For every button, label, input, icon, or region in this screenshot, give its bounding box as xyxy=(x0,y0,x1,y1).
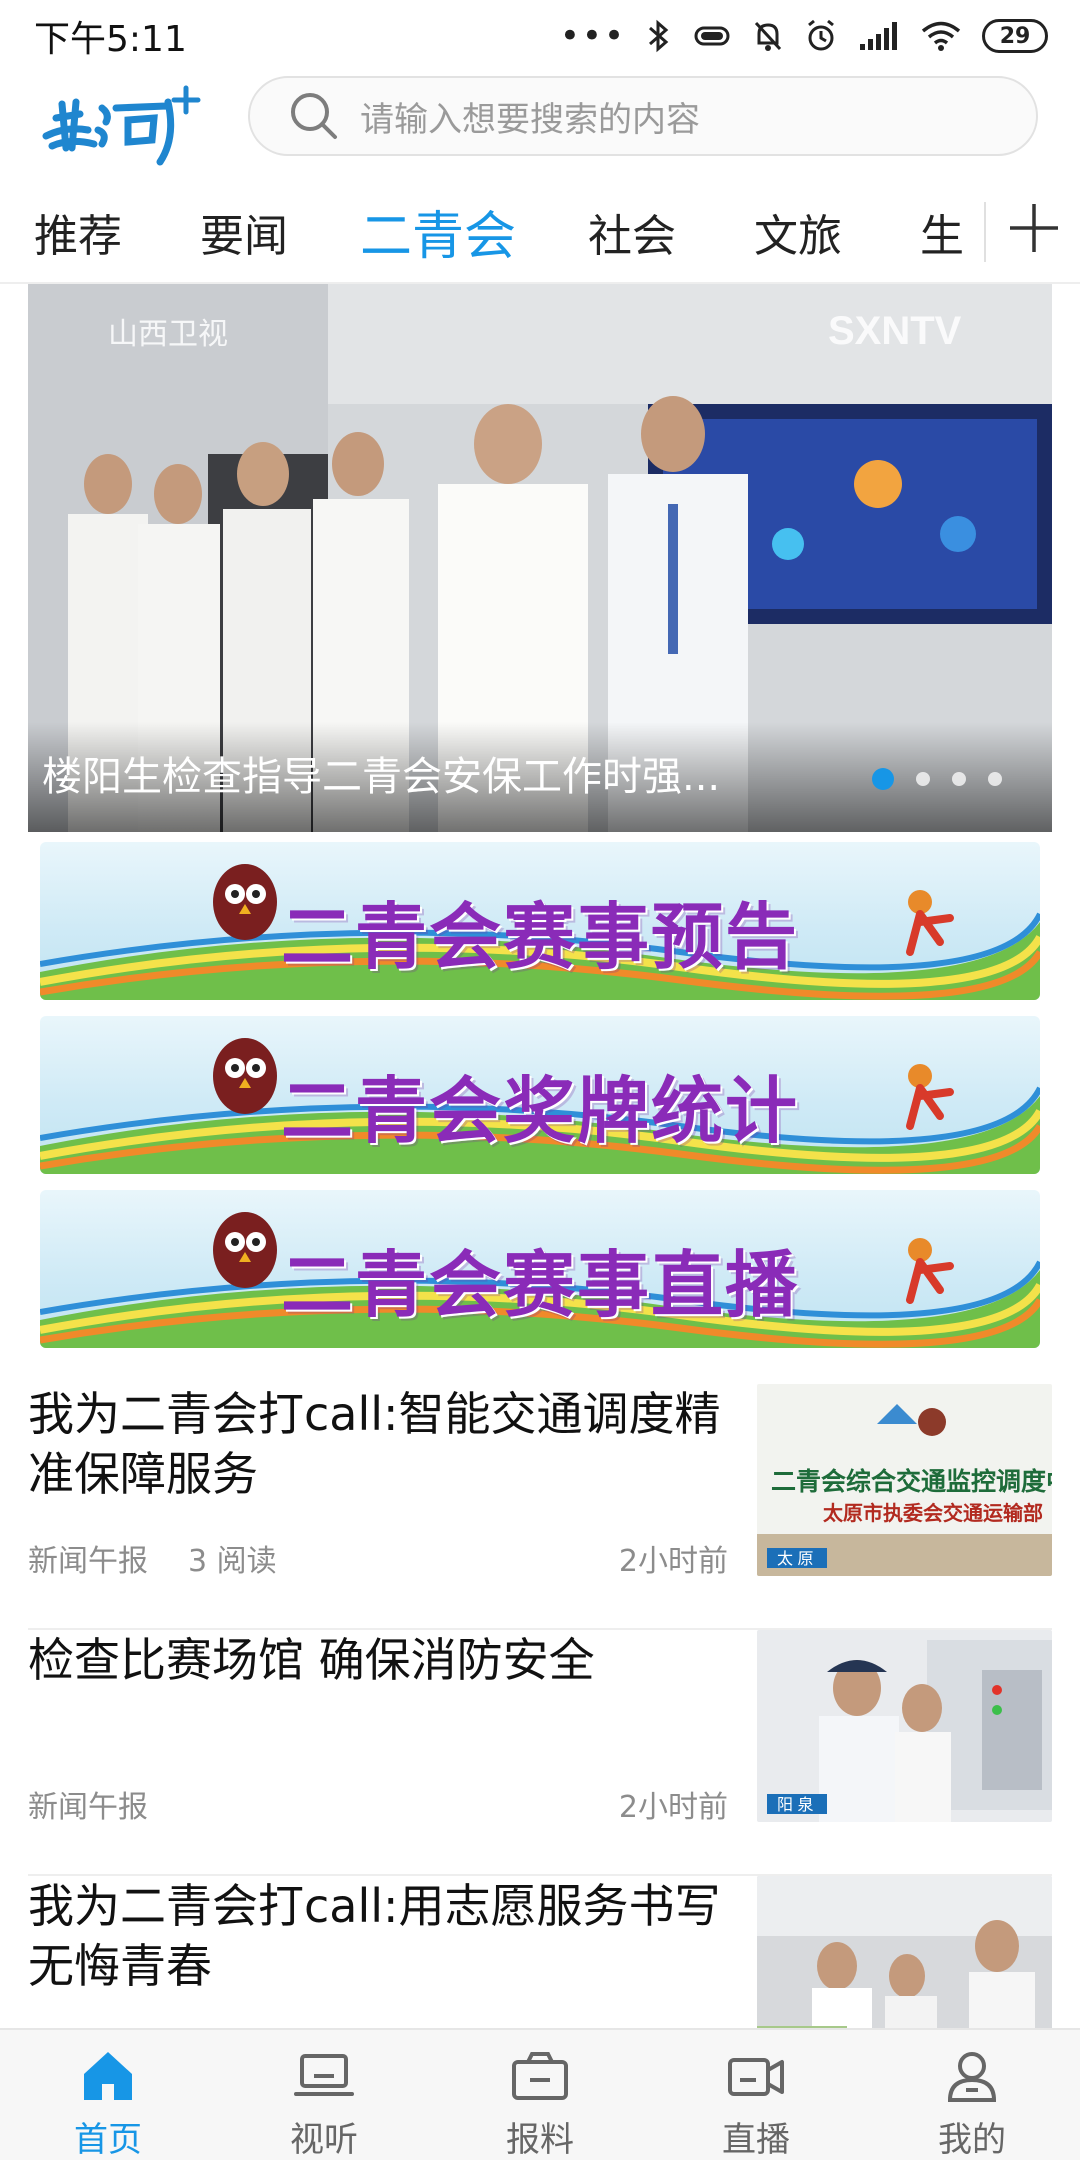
thumbnail-image: 阳 泉 xyxy=(757,1630,1052,1822)
signal-icon xyxy=(860,22,897,50)
header: 请输入想要搜索的内容 xyxy=(0,72,1080,172)
hero-title[interactable]: 楼阳生检查指导二青会安保工作时强... xyxy=(42,744,720,802)
app-screen: 下午5:11 ••• 29 请输入想要搜索的内容 推荐 要闻 二青会 社会 文旅… xyxy=(0,0,1080,2160)
nav-label: 我的 xyxy=(938,2120,1006,2160)
carousel-dot[interactable] xyxy=(988,772,1002,786)
banner-label: 二青会赛事预告 xyxy=(280,895,799,979)
carousel-dot[interactable] xyxy=(916,772,930,786)
nav-av[interactable]: 视听 xyxy=(216,2030,432,2160)
svg-text:山西卫视: 山西卫视 xyxy=(108,318,228,351)
tab-culture-travel[interactable]: 文旅 xyxy=(754,200,842,264)
banner-label: 二青会赛事直播 xyxy=(280,1243,799,1327)
carousel-dot-active[interactable] xyxy=(872,768,894,790)
tab-overflow-clip: 生 xyxy=(900,180,982,282)
video-camera-icon xyxy=(728,2058,784,2096)
wifi-icon xyxy=(921,21,961,51)
bottom-navigation: 首页 视听 报料 直播 我的 xyxy=(0,2028,1080,2160)
banner-event-preview[interactable]: 二青会赛事预告 xyxy=(40,842,1040,1000)
news-time: 2小时前 xyxy=(618,1790,728,1825)
tab-divider xyxy=(984,202,986,262)
nav-live[interactable]: 直播 xyxy=(648,2030,864,2160)
user-icon xyxy=(947,2052,997,2102)
plus-icon[interactable] xyxy=(1002,196,1066,260)
banner-live-events[interactable]: 二青会赛事直播 xyxy=(40,1190,1040,1348)
tab-headlines[interactable]: 要闻 xyxy=(200,200,288,264)
banner-medal-stats[interactable]: 二青会奖牌统计 xyxy=(40,1016,1040,1174)
svg-text:SXNTV: SXNTV xyxy=(828,309,962,353)
tab-society[interactable]: 社会 xyxy=(588,200,676,264)
news-thumbnail[interactable]: 阳 泉 xyxy=(757,1630,1052,1822)
news-title[interactable]: 我为二青会打call:智能交通调度精准保障服务 xyxy=(28,1384,728,1504)
status-time: 下午5:11 xyxy=(34,19,187,60)
alarm-icon xyxy=(808,19,834,51)
thumb-sign-line2: 太原市执委会交通运输部 xyxy=(823,1501,1043,1525)
camera-icon xyxy=(512,2052,568,2100)
battery-level: 29 xyxy=(982,19,1048,53)
news-meta: 新闻午报 3 阅读 2小时前 xyxy=(28,1536,728,1579)
nav-label: 首页 xyxy=(74,2120,142,2160)
more-dots: ••• xyxy=(559,16,626,56)
thumb-sign-line1: 二青会综合交通监控调度中心 xyxy=(771,1467,1052,1496)
hero-carousel[interactable]: 山西卫视 SXNTV 楼阳生检查指导二青会安保工作时强... xyxy=(28,284,1052,832)
thumb-location-tag: 太 原 xyxy=(777,1550,813,1568)
banner-label: 二青会奖牌统计 xyxy=(280,1069,799,1153)
nav-label: 视听 xyxy=(290,2120,358,2160)
news-meta: 新闻午报 2小时前 xyxy=(28,1782,728,1825)
nav-label: 直播 xyxy=(722,2120,790,2160)
mute-bell-icon xyxy=(754,21,782,51)
news-time: 2小时前 xyxy=(618,1544,728,1579)
status-icons: ••• 29 xyxy=(560,18,1048,54)
news-thumbnail[interactable]: 二青会综合交通监控调度中心 太原市执委会交通运输部 太 原 xyxy=(757,1384,1052,1576)
carousel-dot[interactable] xyxy=(952,772,966,786)
nav-mine[interactable]: 我的 xyxy=(864,2030,1080,2160)
category-tabs: 推荐 要闻 二青会 社会 文旅 生 xyxy=(0,180,1080,284)
huanghe-plus-logo[interactable] xyxy=(36,78,226,168)
status-bar: 下午5:11 ••• 29 xyxy=(0,0,1080,72)
thumbnail-image: 二青会综合交通监控调度中心 太原市执委会交通运输部 太 原 xyxy=(757,1384,1052,1576)
nav-home[interactable]: 首页 xyxy=(0,2030,216,2160)
news-title[interactable]: 我为二青会打call:用志愿服务书写无悔青春 xyxy=(28,1876,728,1996)
tab-erqinghui[interactable]: 二青会 xyxy=(360,194,516,269)
tab-life[interactable]: 生 xyxy=(920,200,964,264)
nav-label: 报料 xyxy=(506,2120,574,2160)
carousel-indicator xyxy=(872,768,1002,790)
search-icon xyxy=(291,93,337,139)
news-item[interactable]: 检查比赛场馆 确保消防安全 新闻午报 2小时前 阳 泉 xyxy=(28,1630,1052,1876)
news-source: 新闻午报 xyxy=(28,1790,148,1825)
tab-recommend[interactable]: 推荐 xyxy=(34,200,122,264)
thumb-location-tag: 阳 泉 xyxy=(777,1796,813,1814)
news-read-count: 3 阅读 xyxy=(188,1544,277,1579)
home-icon xyxy=(84,2052,132,2100)
laptop-icon xyxy=(294,2054,354,2096)
news-item[interactable]: 我为二青会打call:智能交通调度精准保障服务 新闻午报 3 阅读 2小时前 二… xyxy=(28,1384,1052,1630)
search-bar[interactable]: 请输入想要搜索的内容 xyxy=(248,76,1038,156)
bluetooth-icon xyxy=(649,19,669,53)
news-source: 新闻午报 xyxy=(28,1544,148,1579)
nav-report[interactable]: 报料 xyxy=(432,2030,648,2160)
search-placeholder: 请输入想要搜索的内容 xyxy=(360,99,700,140)
news-title[interactable]: 检查比赛场馆 确保消防安全 xyxy=(28,1630,728,1690)
vibrate-icon xyxy=(694,26,730,46)
